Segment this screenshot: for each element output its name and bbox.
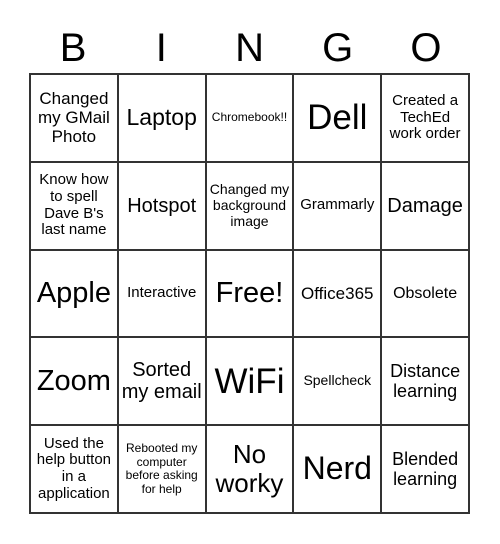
bingo-cell[interactable]: Used the help button in a application [30, 425, 118, 513]
bingo-cell[interactable]: Chromebook!! [205, 74, 294, 162]
bingo-grid: Changed my GMail Photo Laptop Chromebook… [29, 73, 470, 514]
bingo-cell[interactable]: Created a TechEd work order [381, 74, 469, 162]
bingo-cell[interactable]: Zoom [30, 337, 118, 426]
bingo-cell[interactable]: Spellcheck [293, 337, 382, 426]
bingo-header: B I N G O [29, 20, 470, 73]
bingo-cell[interactable]: Apple [30, 249, 118, 338]
bingo-cell[interactable]: Changed my background image [205, 161, 294, 250]
bingo-cell[interactable]: Damage [381, 161, 469, 250]
bingo-cell[interactable]: Distance learning [381, 337, 469, 426]
header-letter-g: G [322, 26, 354, 70]
header-letter-b: B [59, 26, 87, 70]
bingo-cell[interactable]: Dell [293, 74, 382, 162]
header-letter-i: I [155, 26, 167, 70]
bingo-cell free-space[interactable]: Free! [205, 249, 294, 338]
bingo-cell[interactable]: Hotspot [117, 161, 206, 250]
header-letter-n: N [235, 26, 264, 70]
bingo-cell[interactable]: Rebooted my computer before asking for h… [117, 425, 206, 513]
header-letter-o: O [410, 26, 442, 70]
bingo-cell[interactable]: WiFi [205, 337, 294, 426]
bingo-cell[interactable]: Know how to spell Dave B's last name [30, 161, 118, 250]
bingo-cell[interactable]: Changed my GMail Photo [30, 74, 118, 162]
bingo-cell[interactable]: Nerd [293, 425, 382, 513]
bingo-cell[interactable]: Laptop [117, 74, 206, 162]
bingo-cell[interactable]: Sorted my email [117, 337, 206, 426]
bingo-cell[interactable]: No worky [205, 425, 294, 513]
bingo-cell[interactable]: Obsolete [381, 249, 469, 338]
bingo-cell[interactable]: Office365 [293, 249, 382, 338]
bingo-cell[interactable]: Interactive [117, 249, 206, 338]
bingo-cell[interactable]: Grammarly [293, 161, 382, 250]
bingo-cell[interactable]: Blended learning [381, 425, 469, 513]
